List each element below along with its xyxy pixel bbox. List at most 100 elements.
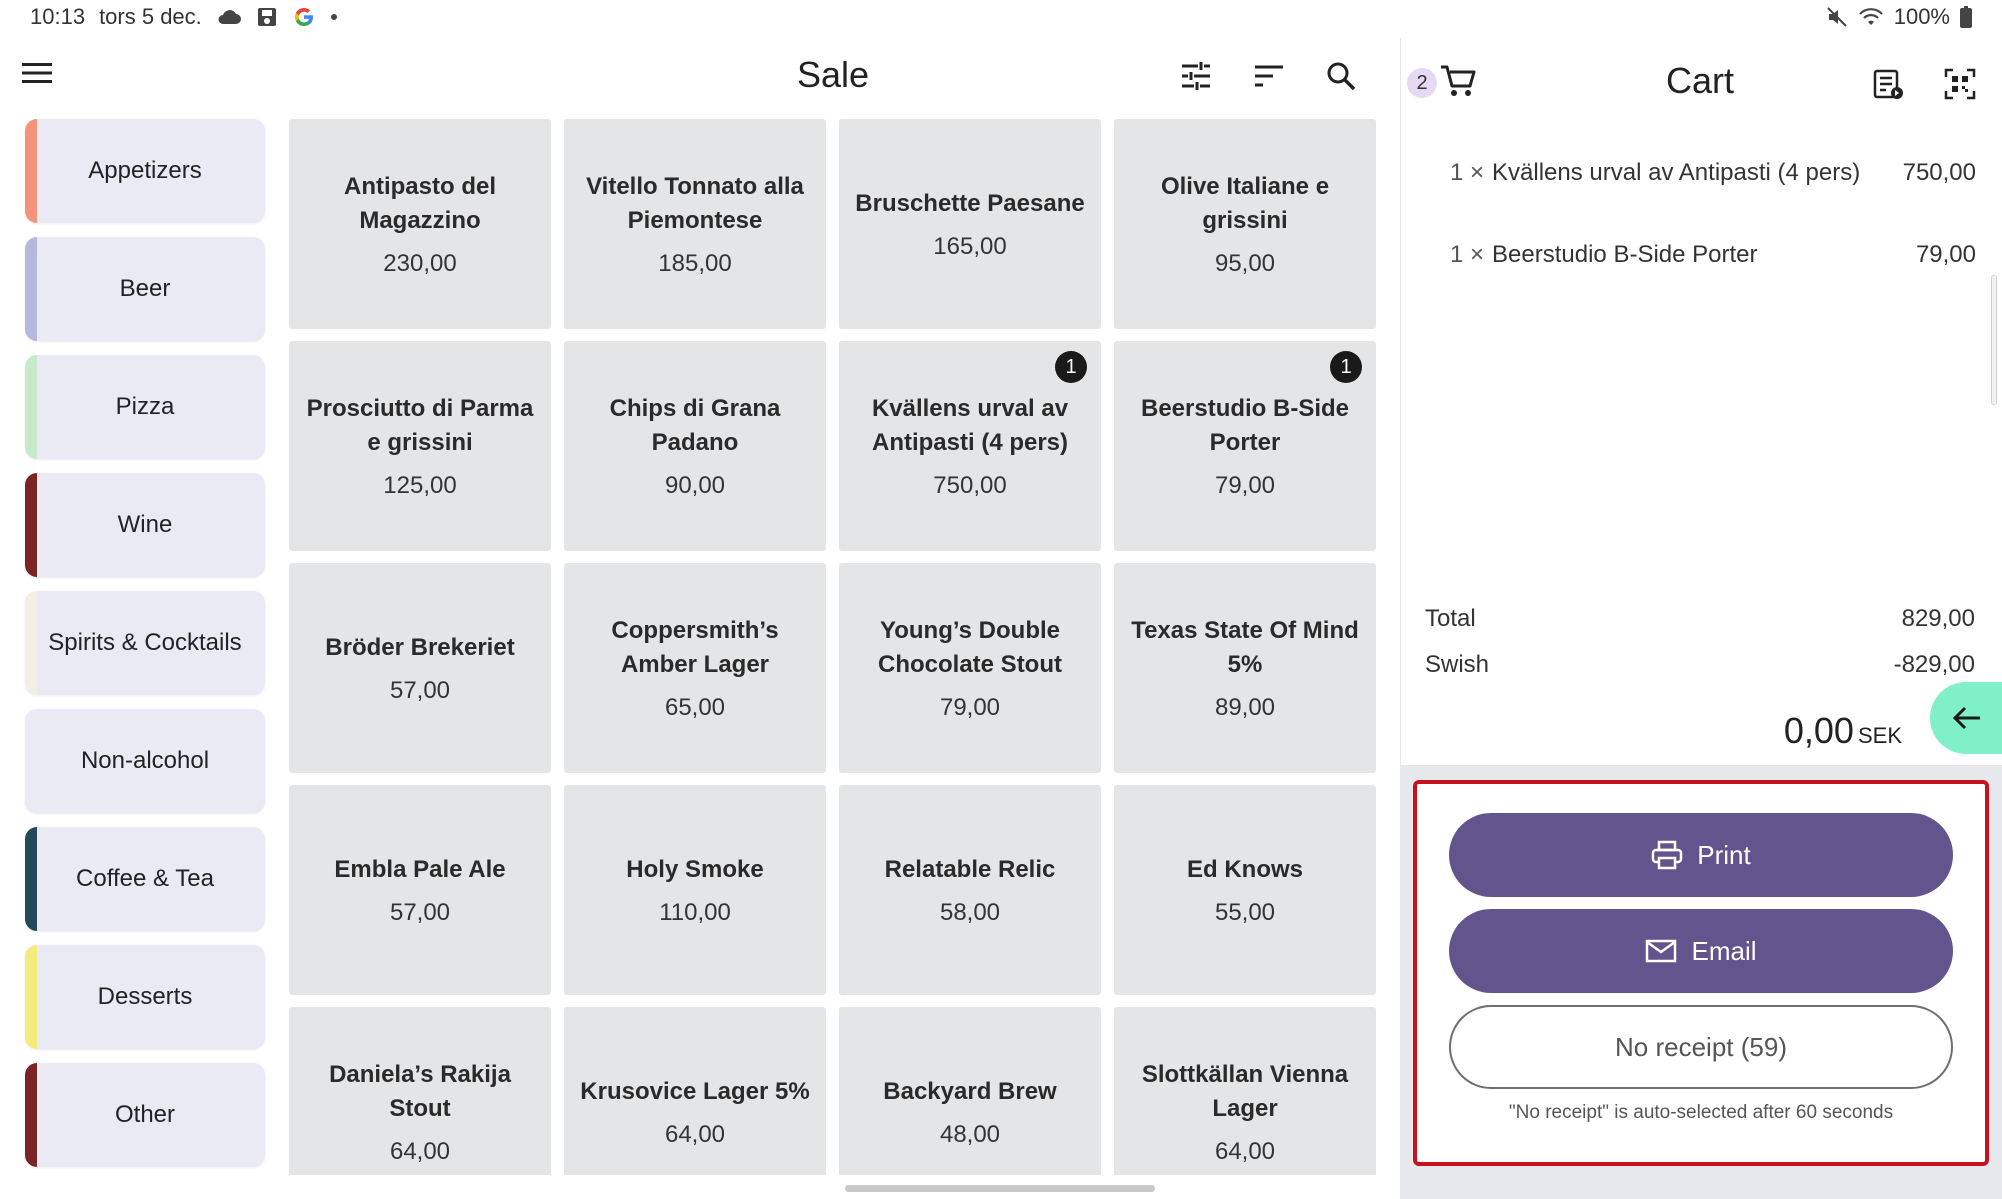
arrow-left-icon xyxy=(1952,706,1980,730)
category-color-strip xyxy=(25,827,37,931)
product-tile[interactable]: Olive Italiane e grissini 95,00 xyxy=(1114,119,1376,329)
menu-icon xyxy=(22,63,52,83)
total-value: 829,00 xyxy=(1901,605,1975,632)
no-receipt-label: No receipt (59) xyxy=(1615,1031,1787,1062)
product-tile[interactable]: Ed Knows 55,00 xyxy=(1114,785,1376,995)
product-price: 750,00 xyxy=(933,472,1007,499)
category-label: Desserts xyxy=(97,983,193,1010)
remaining-value: 0,00 xyxy=(1783,710,1854,751)
filter-button[interactable] xyxy=(1176,56,1216,96)
product-price: 110,00 xyxy=(659,899,731,926)
product-price: 125,00 xyxy=(383,472,457,499)
product-tile[interactable]: Daniela’s Rakija Stout 64,00 xyxy=(289,1007,551,1175)
product-price: 58,00 xyxy=(939,899,1001,926)
page-title: Sale xyxy=(796,54,870,95)
tune-icon xyxy=(1182,62,1210,90)
qr-scan-button[interactable] xyxy=(1940,64,1980,104)
product-tile[interactable]: Holy Smoke 110,00 xyxy=(564,785,826,995)
product-tile[interactable]: Prosciutto di Parma e grissini 125,00 xyxy=(289,341,551,551)
search-button[interactable] xyxy=(1321,56,1361,96)
product-name: Relatable Relic xyxy=(884,856,1056,883)
cart-item-price: 79,00 xyxy=(1915,241,1976,268)
product-price: 79,00 xyxy=(939,694,1001,721)
product-name: Young’s Double Chocolate Stout xyxy=(878,617,1062,678)
payment-value: -829,00 xyxy=(1893,651,1975,678)
category-pizza[interactable]: Pizza xyxy=(25,355,265,459)
category-label: Non-alcohol xyxy=(80,747,210,774)
home-indicator[interactable] xyxy=(845,1185,1155,1192)
cart-item-name: Beerstudio B-Side Porter xyxy=(1492,241,1758,268)
product-price: 55,00 xyxy=(1214,899,1276,926)
category-beer[interactable]: Beer xyxy=(25,237,265,341)
clock: 10:13 xyxy=(30,4,86,29)
category-non-alcohol[interactable]: Non-alcohol xyxy=(25,709,265,813)
cart-item-qty: 1 × xyxy=(1450,241,1485,268)
category-label: Wine xyxy=(117,511,173,538)
payment-label: Swish xyxy=(1425,651,1490,678)
cart-icon xyxy=(1441,65,1476,96)
product-tile[interactable]: Backyard Brew 48,00 xyxy=(839,1007,1101,1175)
product-name: Vitello Tonnato alla Piemontese xyxy=(586,173,804,234)
product-tile[interactable]: Bröder Brekeriet 57,00 xyxy=(289,563,551,773)
category-label: Coffee & Tea xyxy=(76,865,214,892)
mute-icon xyxy=(1826,6,1848,28)
category-appetizers[interactable]: Appetizers xyxy=(25,119,265,223)
product-tile[interactable]: Chips di Grana Padano 90,00 xyxy=(564,341,826,551)
category-color-strip xyxy=(25,945,37,1049)
receipt-list-button[interactable] xyxy=(1868,64,1908,104)
category-label: Beer xyxy=(119,275,171,302)
product-tile[interactable]: Relatable Relic 58,00 xyxy=(839,785,1101,995)
payment-row: Swish -829,00 xyxy=(1425,651,1975,679)
printer-icon xyxy=(1652,840,1683,870)
product-tile[interactable]: Antipasto del Magazzino 230,00 xyxy=(289,119,551,329)
product-tile[interactable]: Texas State Of Mind 5% 89,00 xyxy=(1114,563,1376,773)
menu-button[interactable] xyxy=(20,56,54,90)
product-tile[interactable]: Bruschette Paesane 165,00 xyxy=(839,119,1101,329)
google-icon xyxy=(292,5,316,29)
product-tile[interactable]: 1 Kvällens urval av Antipasti (4 pers) 750… xyxy=(839,341,1101,551)
no-receipt-button[interactable]: No receipt (59) xyxy=(1449,1005,1953,1089)
cart-title: Cart xyxy=(1665,60,1734,101)
cart-scrollbar[interactable] xyxy=(1991,275,1997,405)
category-coffee-tea[interactable]: Coffee & Tea xyxy=(25,827,265,931)
cart-button[interactable] xyxy=(1440,64,1476,103)
cloud-icon xyxy=(216,8,242,26)
save-icon xyxy=(256,6,278,28)
cart-item[interactable]: 1 × Kvällens urval av Antipasti (4 pers) … xyxy=(1450,159,1976,187)
category-color-strip xyxy=(25,473,37,577)
back-button[interactable] xyxy=(1930,682,2002,754)
category-desserts[interactable]: Desserts xyxy=(25,945,265,1049)
wifi-icon xyxy=(1858,7,1884,27)
print-button[interactable]: Print xyxy=(1449,813,1953,897)
currency-label: SEK xyxy=(1857,723,1902,748)
category-label: Other xyxy=(114,1101,176,1128)
cart-item[interactable]: 1 × Beerstudio B-Side Porter 79,00 xyxy=(1450,241,1976,269)
dot-icon xyxy=(330,13,338,21)
product-tile[interactable]: Slottkällan Vienna Lager 64,00 xyxy=(1114,1007,1376,1175)
product-tile[interactable]: Krusovice Lager 5% 64,00 xyxy=(564,1007,826,1175)
sort-button[interactable] xyxy=(1249,56,1289,96)
category-wine[interactable]: Wine xyxy=(25,473,265,577)
product-price: 57,00 xyxy=(389,677,451,704)
email-button[interactable]: Email xyxy=(1449,909,1953,993)
product-tile[interactable]: Embla Pale Ale 57,00 xyxy=(289,785,551,995)
category-color-strip xyxy=(25,355,37,459)
product-price: 89,00 xyxy=(1214,694,1276,721)
total-row: Total 829,00 xyxy=(1425,605,1975,633)
product-name: Ed Knows xyxy=(1186,856,1303,883)
product-tile[interactable]: Coppersmith’s Amber Lager 65,00 xyxy=(564,563,826,773)
quantity-badge: 1 xyxy=(1330,351,1362,383)
product-tile[interactable]: 1 Beerstudio B-Side Porter 79,00 xyxy=(1114,341,1376,551)
cart-item-qty: 1 × xyxy=(1450,159,1485,186)
category-spirits-cocktails[interactable]: Spirits & Cocktails xyxy=(25,591,265,695)
product-price: 90,00 xyxy=(664,472,726,499)
product-tile[interactable]: Vitello Tonnato alla Piemontese 185,00 xyxy=(564,119,826,329)
product-name: Antipasto del Magazzino xyxy=(343,173,496,234)
product-price: 48,00 xyxy=(939,1121,1001,1148)
receipt-list-icon xyxy=(1873,69,1903,99)
sort-icon xyxy=(1255,65,1283,87)
category-other[interactable]: Other xyxy=(25,1063,265,1167)
product-price: 165,00 xyxy=(933,233,1007,260)
product-price: 64,00 xyxy=(389,1138,451,1165)
product-tile[interactable]: Young’s Double Chocolate Stout 79,00 xyxy=(839,563,1101,773)
